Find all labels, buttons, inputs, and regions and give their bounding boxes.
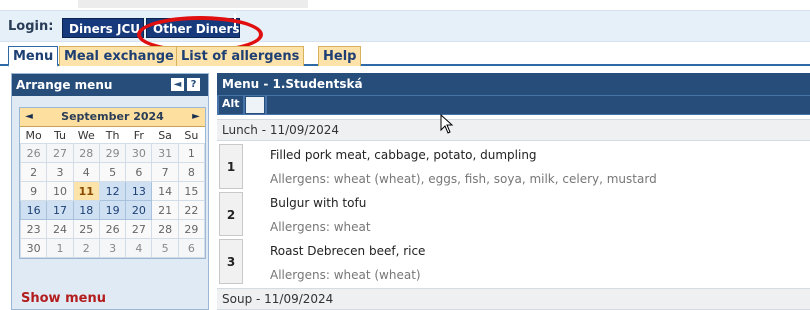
calendar-day[interactable]: 4: [72, 162, 100, 182]
calendar-day[interactable]: 30: [125, 143, 153, 163]
calendar-header: ◄ September 2024 ►: [20, 108, 205, 127]
calendar-day-selected[interactable]: 11: [72, 181, 100, 201]
calendar-day[interactable]: 20: [125, 200, 153, 220]
arrange-menu-title: Arrange menu: [16, 78, 113, 92]
calendar: ◄ September 2024 ► Mo Tu We Th Fr Sa Su …: [19, 107, 206, 259]
weekday-label: Th: [105, 128, 120, 142]
calendar-day[interactable]: 28: [151, 219, 179, 239]
calendar-day[interactable]: 24: [46, 219, 74, 239]
prev-month-button[interactable]: ◄: [22, 108, 36, 126]
calendar-day[interactable]: 4: [125, 238, 153, 258]
tab-bar: Menu Meal exchange List of allergens Hel…: [0, 44, 810, 67]
top-strip-bar: [78, 0, 308, 8]
alt-column-box: [245, 96, 265, 114]
calendar-week-current: 9 10 11 12 13 14 15: [19, 181, 206, 201]
tab-help[interactable]: Help: [318, 46, 362, 66]
weekday-label: We: [77, 128, 95, 142]
weekday-row: Mo Tu We Th Fr Sa Su: [21, 127, 205, 144]
weekday-label: Su: [184, 128, 199, 142]
diners-jcu-button[interactable]: Diners JCU: [62, 18, 144, 38]
calendar-day[interactable]: 17: [46, 200, 74, 220]
calendar-day[interactable]: 7: [151, 162, 179, 182]
menu-header: Menu - 1.Studentská: [217, 73, 810, 95]
meal-1-name: Filled pork meat, cabbage, potato, dumpl…: [270, 148, 537, 162]
calendar-day[interactable]: 14: [151, 181, 179, 201]
calendar-day[interactable]: 21: [151, 200, 179, 220]
calendar-day[interactable]: 31: [151, 143, 179, 163]
meal-2-allergens: Allergens: wheat: [270, 220, 371, 234]
calendar-day[interactable]: 27: [125, 219, 153, 239]
calendar-day[interactable]: 1: [46, 238, 74, 258]
calendar-day[interactable]: 1: [177, 143, 206, 163]
tab-meal-exchange[interactable]: Meal exchange: [59, 46, 179, 66]
calendar-day[interactable]: 27: [46, 143, 74, 163]
meal-3-allergens: Allergens: wheat (wheat): [270, 268, 421, 282]
menu-title: Menu - 1.Studentská: [222, 77, 363, 91]
help-icon[interactable]: ?: [187, 78, 200, 91]
arrange-menu-panel: Arrange menu ◄ ? ◄ September 2024 ► Mo T…: [11, 73, 209, 310]
meal-3-number[interactable]: 3: [219, 239, 243, 284]
meal-2-number[interactable]: 2: [219, 192, 243, 236]
meal-3-name: Roast Debrecen beef, rice: [270, 244, 426, 258]
calendar-day[interactable]: 23: [19, 219, 48, 239]
tab-menu[interactable]: Menu: [8, 46, 59, 67]
login-bar: Login: Diners JCU Other Diners: [0, 10, 810, 53]
calendar-day[interactable]: 5: [98, 162, 127, 182]
calendar-day[interactable]: 30: [19, 238, 48, 258]
weekday-label: Sa: [158, 128, 172, 142]
next-month-button[interactable]: ►: [189, 108, 203, 126]
calendar-day[interactable]: 15: [177, 181, 206, 201]
calendar-day[interactable]: 6: [177, 238, 206, 258]
calendar-day[interactable]: 22: [177, 200, 206, 220]
meal-1-allergens: Allergens: wheat (wheat), eggs, fish, so…: [270, 172, 657, 186]
weekday-label: Tu: [53, 128, 66, 142]
calendar-day[interactable]: 29: [177, 219, 206, 239]
calendar-day[interactable]: 3: [98, 238, 127, 258]
weekday-label: Mo: [25, 128, 42, 142]
calendar-grid: Mo Tu We Th Fr Sa Su 26 27 28 29 30 31 1…: [19, 127, 206, 258]
weekday-label: Fr: [133, 128, 144, 142]
calendar-week: 23 24 25 26 27 28 29: [19, 219, 206, 239]
calendar-day[interactable]: 16: [19, 200, 48, 220]
collapse-left-icon[interactable]: ◄: [171, 78, 184, 91]
tab-list-of-allergens[interactable]: List of allergens: [176, 46, 305, 66]
calendar-day[interactable]: 10: [46, 181, 74, 201]
calendar-day[interactable]: 2: [72, 238, 100, 258]
top-strip: [0, 0, 810, 10]
meal-2-name: Bulgur with tofu: [270, 196, 367, 210]
calendar-day[interactable]: 3: [46, 162, 74, 182]
calendar-day[interactable]: 28: [72, 143, 100, 163]
calendar-week: 2 3 4 5 6 7 8: [19, 162, 206, 182]
soup-section-header: Soup - 11/09/2024: [217, 288, 810, 310]
lunch-section-header: Lunch - 11/09/2024: [217, 119, 810, 141]
calendar-day[interactable]: 8: [177, 162, 206, 182]
calendar-day[interactable]: 19: [98, 200, 127, 220]
calendar-month: September 2024: [61, 110, 164, 123]
mouse-pointer-icon: [440, 114, 454, 134]
alt-bar-fill: [267, 96, 810, 114]
calendar-week-next: 16 17 18 19 20 21 22: [19, 200, 206, 220]
calendar-day[interactable]: 12: [98, 181, 127, 201]
calendar-day[interactable]: 5: [151, 238, 179, 258]
calendar-day[interactable]: 26: [19, 143, 48, 163]
calendar-day[interactable]: 18: [72, 200, 100, 220]
calendar-day[interactable]: 9: [19, 181, 48, 201]
show-menu-link[interactable]: Show menu: [21, 291, 106, 306]
meal-1-number[interactable]: 1: [219, 144, 243, 189]
calendar-day[interactable]: 13: [125, 181, 153, 201]
login-label: Login:: [8, 19, 54, 34]
calendar-day[interactable]: 25: [72, 219, 100, 239]
calendar-day[interactable]: 26: [98, 219, 127, 239]
menu-panel: Menu - 1.Studentská Alt Lunch - 11/09/20…: [217, 73, 810, 310]
alt-bar: Alt: [217, 95, 810, 115]
calendar-day[interactable]: 2: [19, 162, 48, 182]
calendar-week: 30 1 2 3 4 5 6: [19, 238, 206, 258]
alt-label: Alt: [219, 96, 243, 114]
calendar-week: 26 27 28 29 30 31 1: [19, 143, 206, 163]
calendar-day[interactable]: 6: [125, 162, 153, 182]
calendar-day[interactable]: 29: [98, 143, 127, 163]
